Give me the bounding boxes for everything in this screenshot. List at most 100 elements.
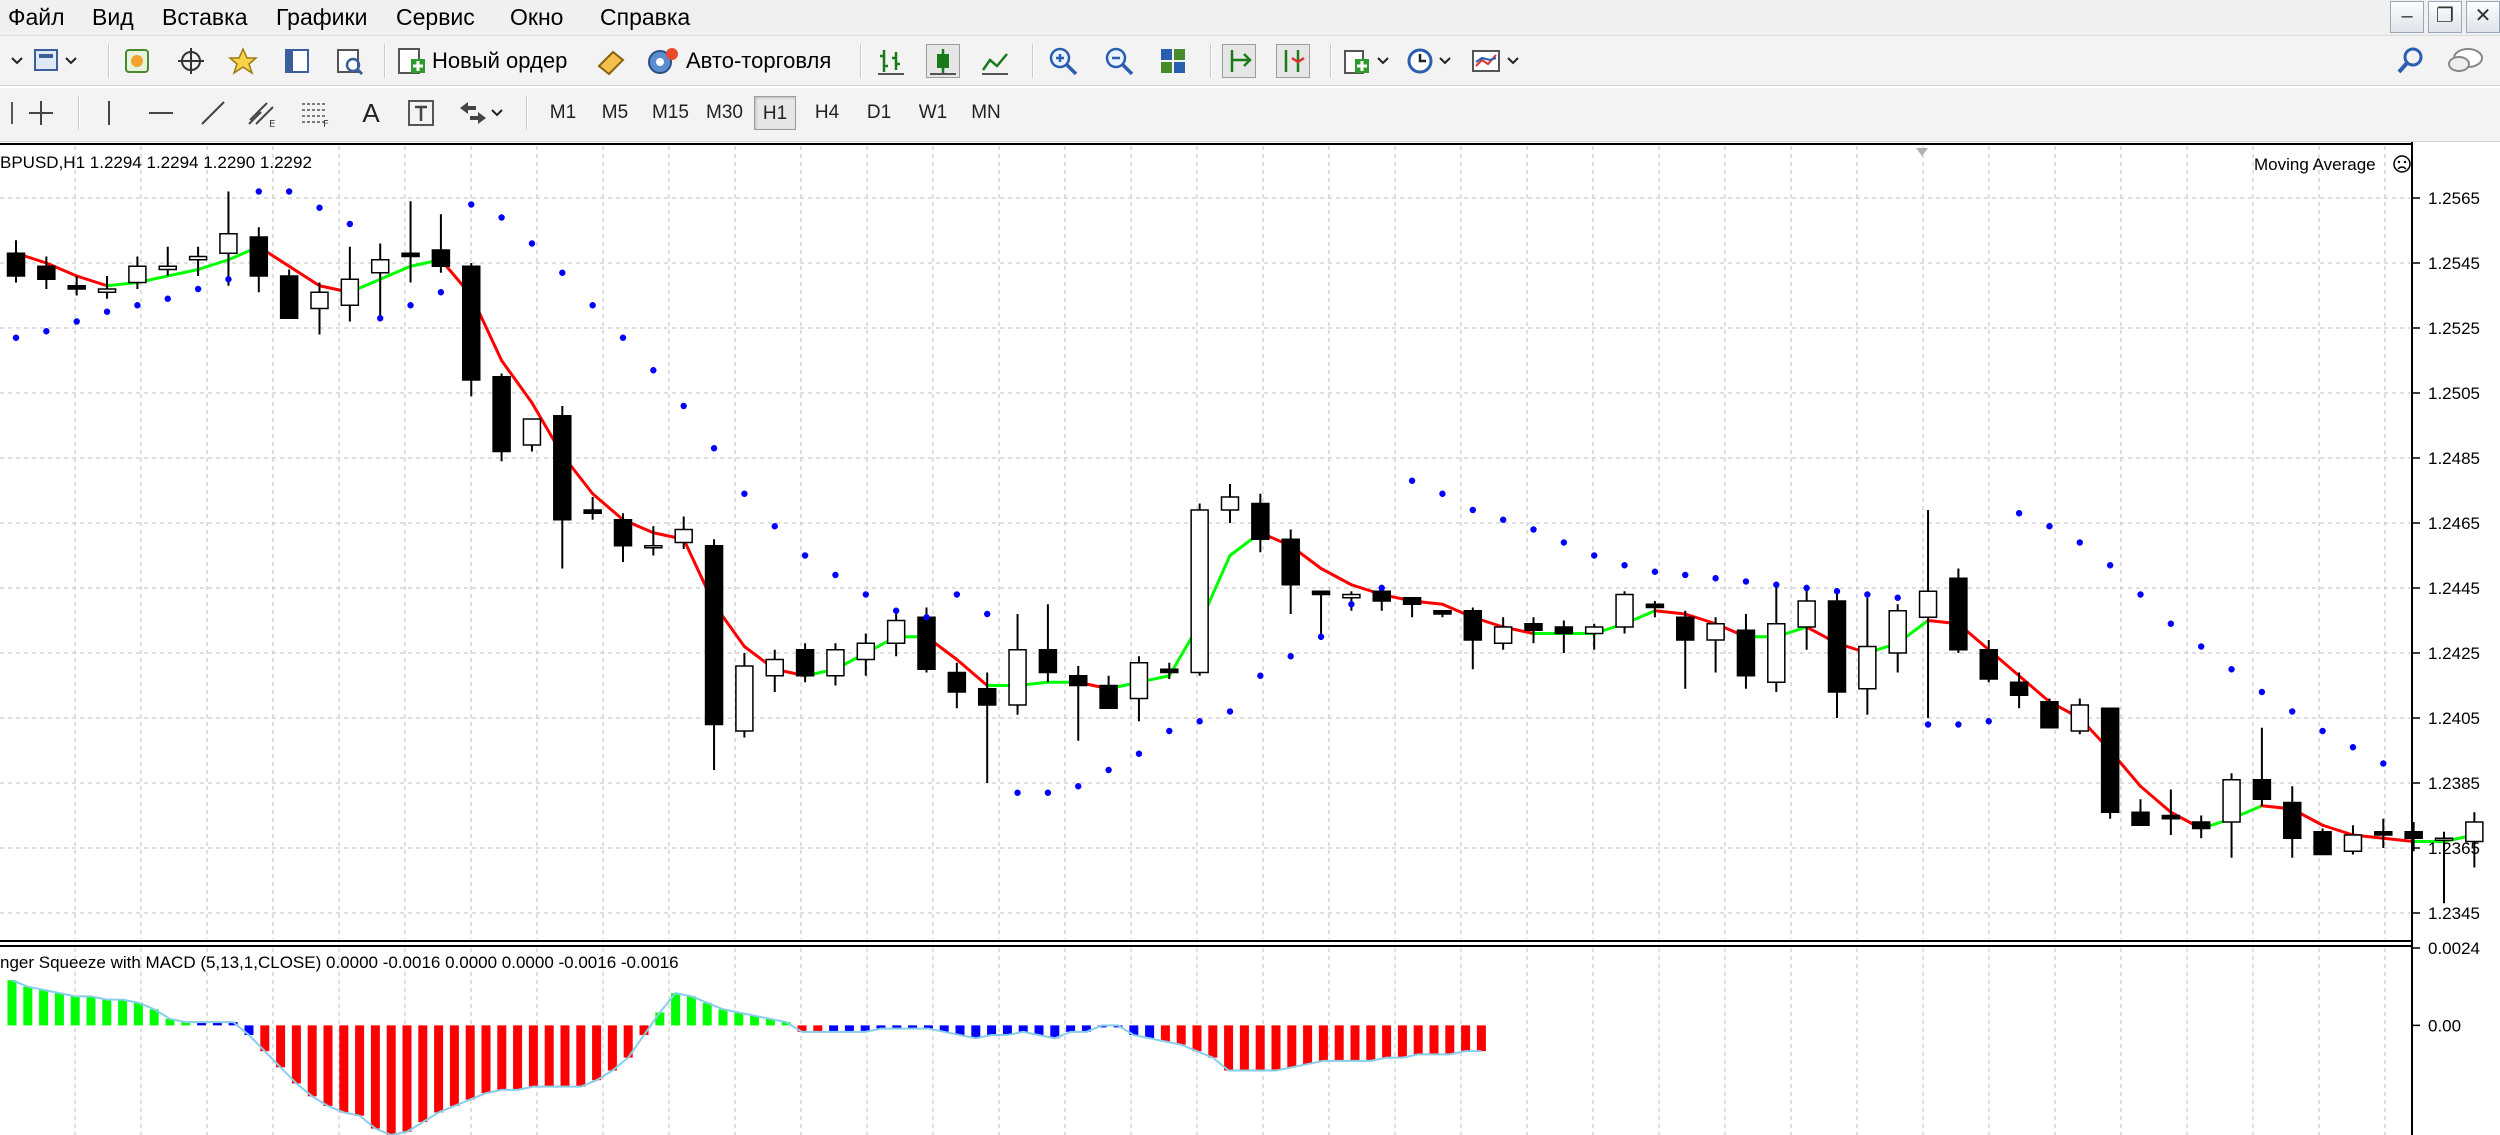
candle-body	[401, 252, 420, 258]
sar-dot	[1378, 584, 1385, 592]
candle-body	[917, 616, 936, 670]
timeframe-h4[interactable]: H4	[806, 96, 848, 130]
fibonacci-icon[interactable]: F	[298, 96, 332, 130]
strategy-tester-icon[interactable]	[332, 44, 366, 78]
sar-dot	[498, 214, 505, 221]
timeframe-mn[interactable]: MN	[964, 96, 1008, 130]
bar-chart-icon[interactable]	[874, 44, 908, 78]
candle	[795, 643, 815, 683]
sub-tick-label: 0.0024	[2428, 939, 2480, 958]
metaeditor-icon[interactable]	[594, 44, 628, 78]
restore-button[interactable]: ❐	[2428, 1, 2462, 33]
profiles-button[interactable]	[32, 44, 80, 78]
vertical-line-icon[interactable]	[92, 96, 126, 130]
minimize-button[interactable]: ‒	[2390, 1, 2424, 33]
standard-toolbar: Новый ордер Авто-торговля	[0, 36, 2500, 86]
chat-icon[interactable]	[2446, 44, 2486, 78]
crosshair-tool-icon[interactable]	[24, 96, 58, 130]
candlestick-chart-icon[interactable]	[926, 44, 960, 78]
price-tick-label: 1.2425	[2428, 644, 2480, 663]
candle	[1069, 666, 1088, 741]
candle	[219, 191, 238, 286]
candle-body	[1888, 610, 1907, 654]
zoom-out-icon[interactable]	[1102, 44, 1136, 78]
candle	[310, 282, 329, 335]
indicators-button[interactable]	[1342, 44, 1394, 78]
line-chart-icon[interactable]	[978, 44, 1012, 78]
timeframe-w1[interactable]: W1	[912, 96, 954, 130]
chart-shift-marker-icon[interactable]	[1916, 148, 1928, 156]
menu-file[interactable]: Файл	[0, 0, 73, 36]
chart-shift-icon[interactable]	[1276, 44, 1310, 78]
auto-trading-button[interactable]: Авто-торговля	[646, 44, 831, 78]
histogram-bar	[276, 1025, 286, 1068]
menu-view[interactable]: Вид	[84, 0, 142, 36]
templates-button[interactable]	[1470, 44, 1526, 78]
chevron-down-icon[interactable]	[0, 44, 34, 78]
timeframe-m30[interactable]: M30	[700, 96, 746, 130]
price-tick-label: 1.2565	[2428, 189, 2480, 208]
equidistant-channel-icon[interactable]: E	[246, 96, 280, 130]
price-tick-label: 1.2405	[2428, 709, 2480, 728]
toolbar-separator	[78, 96, 80, 130]
terminal-window: Файл Вид Вставка Графики Сервис Окно Спр…	[0, 0, 2500, 1135]
histogram-bar	[718, 1009, 728, 1026]
search-icon[interactable]	[2394, 44, 2428, 78]
periods-button[interactable]	[1406, 44, 1458, 78]
sar-dot	[1864, 591, 1871, 598]
menu-window[interactable]: Окно	[502, 0, 571, 36]
text-label-icon[interactable]	[404, 96, 438, 130]
menu-insert[interactable]: Вставка	[154, 0, 256, 36]
sar-dot	[2106, 562, 2114, 569]
histogram-bar	[528, 1025, 538, 1087]
candle	[553, 406, 572, 569]
timeframe-m5[interactable]: M5	[594, 96, 636, 130]
toolbar-separator	[1032, 44, 1034, 78]
text-tool-icon[interactable]: A	[354, 96, 388, 130]
histogram-bar	[1208, 1025, 1218, 1058]
zoom-in-icon[interactable]	[1046, 44, 1080, 78]
histogram-bar	[1366, 1025, 1376, 1061]
terminal-icon[interactable]	[280, 44, 314, 78]
candle-body	[249, 236, 269, 277]
candle-body	[674, 528, 693, 544]
tile-windows-icon[interactable]	[1156, 44, 1190, 78]
candle-body	[1949, 577, 1968, 651]
crosshair-icon[interactable]	[174, 44, 208, 78]
close-button[interactable]: ✕	[2466, 1, 2500, 33]
menu-charts[interactable]: Графики	[268, 0, 375, 36]
sar-dot	[377, 315, 384, 322]
sar-dot	[2076, 539, 2083, 546]
toolbar-separator	[384, 44, 386, 78]
candle-body	[2070, 704, 2090, 732]
menu-help[interactable]: Справка	[592, 0, 698, 36]
navigator-icon[interactable]	[226, 44, 260, 78]
new-order-button[interactable]: Новый ордер	[396, 44, 567, 78]
timeframe-m1[interactable]: M1	[542, 96, 584, 130]
timeframe-h1[interactable]: H1	[754, 96, 796, 130]
candle	[735, 653, 754, 738]
chart-window[interactable]: 1.2565 1.2545 1.2525 1.2505 1.2485 1.2465 1.24…	[0, 142, 2500, 1135]
price-chart[interactable]: 1.2565 1.2545 1.2525 1.2505 1.2485 1.2465 1.24…	[0, 142, 2500, 1135]
candle-body	[128, 265, 147, 284]
timeframe-m15[interactable]: M15	[646, 96, 692, 130]
candle-body	[1099, 684, 1118, 709]
arrows-dropdown-icon[interactable]	[456, 96, 510, 130]
candle	[856, 633, 876, 676]
histogram-bar	[23, 986, 33, 1026]
sar-dot	[1560, 539, 1568, 546]
timeframe-d1[interactable]: D1	[858, 96, 900, 130]
price-tick-label: 1.2545	[2428, 254, 2480, 273]
trendline-icon[interactable]	[196, 96, 230, 130]
histogram-bar	[1461, 1025, 1471, 1052]
candle-body	[2404, 831, 2423, 839]
sar-dot	[407, 302, 414, 309]
candle	[2343, 825, 2363, 855]
histogram-bar	[323, 1025, 333, 1106]
horizontal-line-icon[interactable]	[144, 96, 178, 130]
auto-scroll-icon[interactable]	[1222, 44, 1256, 78]
sar-dot	[1773, 581, 1780, 588]
menu-tools[interactable]: Сервис	[388, 0, 483, 36]
market-watch-icon[interactable]	[120, 44, 154, 78]
candle	[1615, 591, 1634, 634]
